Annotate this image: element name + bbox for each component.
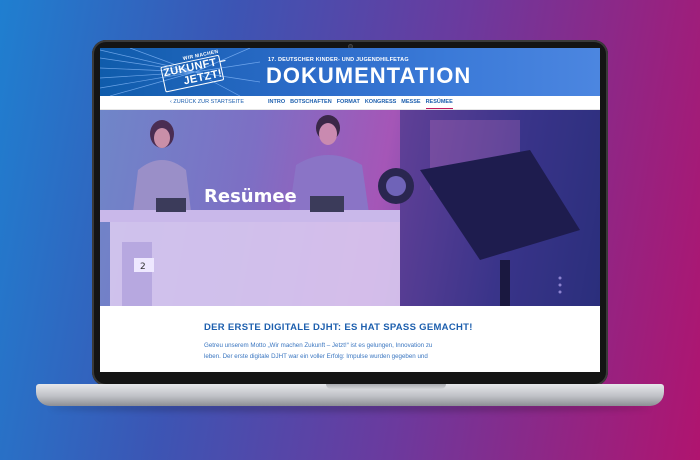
hero-photo-illustration: 2 xyxy=(100,110,600,306)
nav-item-resuemee[interactable]: RESÜMEE xyxy=(425,99,453,109)
content-section: DER ERSTE DIGITALE DJHT: ES HAT SPASS GE… xyxy=(100,306,600,372)
desk-laptop-left xyxy=(156,198,186,212)
back-to-home-link[interactable]: ‹ ZURÜCK ZUR STARTSEITE xyxy=(170,99,244,105)
nav-item-messe[interactable]: MESSE xyxy=(401,99,420,105)
section-body-line-1: Getreu unserem Motto „Wir machen Zukunft… xyxy=(204,342,433,349)
laptop-base xyxy=(36,384,664,406)
section-heading: DER ERSTE DIGITALE DJHT: ES HAT SPASS GE… xyxy=(204,322,473,333)
camera-dots xyxy=(558,276,562,294)
page-title: DOKUMENTATION xyxy=(266,63,472,88)
nav-item-format[interactable]: FORMAT xyxy=(337,99,360,105)
tv-camera-lens-glass xyxy=(386,176,406,196)
nav-item-kongress[interactable]: KONGRESS xyxy=(365,99,396,105)
hero-banner: 2 Resümee xyxy=(100,110,600,306)
laptop-screen-frame: WIR MACHEN ZUKUNFT – JETZT! 17. DEUTSCHE… xyxy=(92,40,608,386)
nav-items: INTRO BOTSCHAFTEN FORMAT KONGRESS MESSE … xyxy=(268,99,458,109)
desk-panel xyxy=(122,242,152,306)
desk-top xyxy=(100,210,400,222)
section-body-line-2: leben. Der erste digitale DJHT war ein v… xyxy=(204,353,428,360)
tv-camera-stand xyxy=(500,260,510,306)
site-header: WIR MACHEN ZUKUNFT – JETZT! 17. DEUTSCHE… xyxy=(100,48,600,96)
desk-laptop-right xyxy=(310,196,344,212)
nav-item-botschaften[interactable]: BOTSCHAFTEN xyxy=(290,99,332,105)
browser-viewport: WIR MACHEN ZUKUNFT – JETZT! 17. DEUTSCHE… xyxy=(100,48,600,372)
presenter-left-face xyxy=(154,128,170,148)
hero-title: Resümee xyxy=(204,186,297,207)
nav-item-intro[interactable]: INTRO xyxy=(268,99,285,105)
desk-number: 2 xyxy=(140,262,146,272)
main-navigation: ‹ ZURÜCK ZUR STARTSEITE INTRO BOTSCHAFTE… xyxy=(100,96,600,110)
laptop-opening-notch xyxy=(326,384,446,389)
presenter-right-face xyxy=(319,123,337,145)
section-body: Getreu unserem Motto „Wir machen Zukunft… xyxy=(204,340,504,362)
